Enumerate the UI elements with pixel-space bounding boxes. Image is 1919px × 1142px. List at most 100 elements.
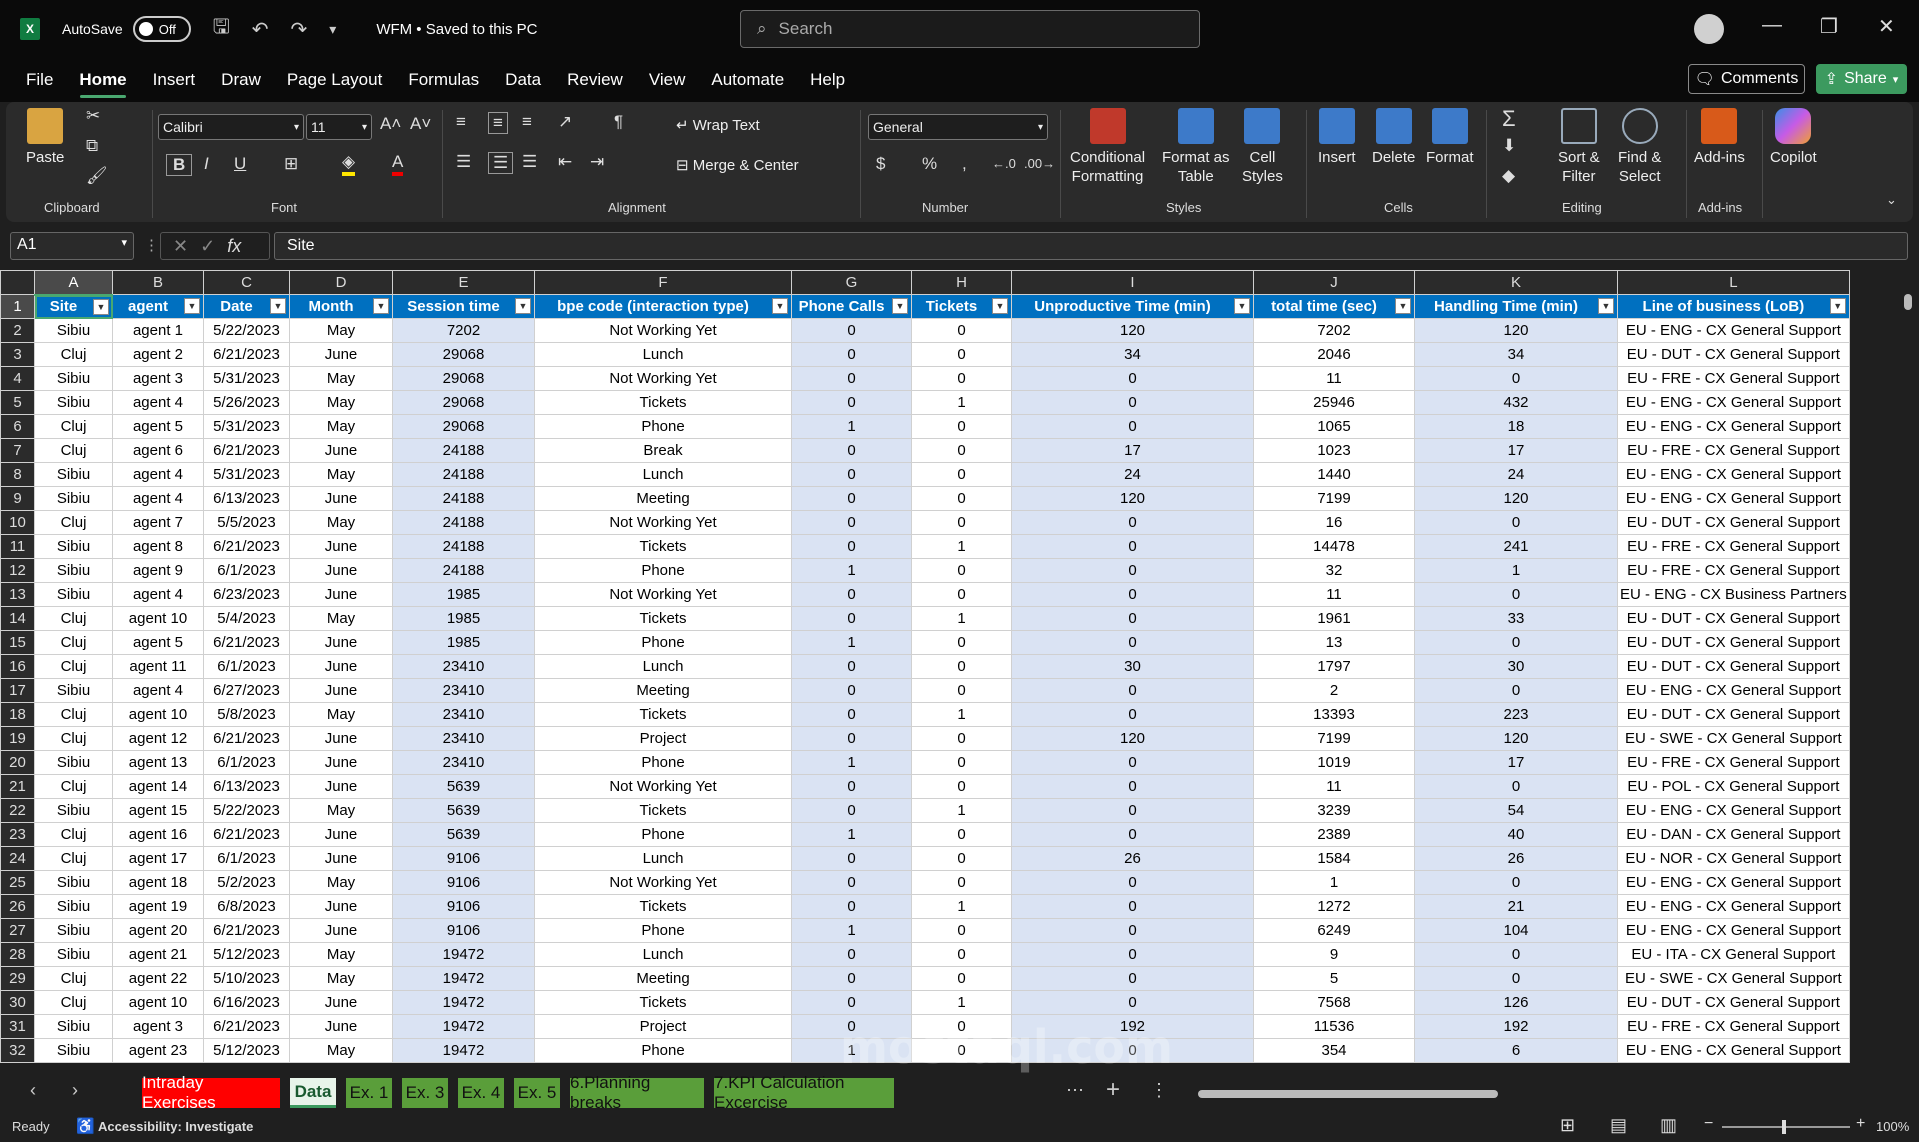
cell[interactable]: 5/5/2023 [203,510,290,535]
clear-icon[interactable]: ◆ [1502,166,1515,186]
cell[interactable]: EU - ENG - CX General Support [1617,894,1850,919]
header-cell[interactable]: Date ▼ [203,294,290,319]
cell[interactable]: 6/21/2023 [203,1014,290,1039]
cell[interactable]: 6/23/2023 [203,582,290,607]
cell[interactable]: Meeting [534,486,792,511]
cell[interactable]: June [289,438,393,463]
column-header-a[interactable]: A [34,270,113,296]
cell[interactable]: 5/31/2023 [203,414,290,439]
cell[interactable]: 2046 [1253,342,1415,367]
cell[interactable]: 0 [1011,390,1254,415]
formula-input[interactable]: Site [274,232,1908,260]
cell[interactable]: Sibiu [34,798,113,823]
row-header[interactable]: 19 [0,726,35,751]
cell[interactable]: Project [534,726,792,751]
cell[interactable]: 5/12/2023 [203,1038,290,1063]
cell[interactable]: 0 [911,1014,1012,1039]
cell[interactable]: 5639 [392,798,535,823]
cell[interactable]: agent 23 [112,1038,204,1063]
zoom-slider[interactable] [1722,1120,1850,1134]
cell[interactable]: Not Working Yet [534,318,792,343]
cell[interactable]: Cluj [34,822,113,847]
cell[interactable]: May [289,870,393,895]
cell[interactable]: 1 [791,630,912,655]
tab-data[interactable]: Data [492,58,554,102]
column-header-c[interactable]: C [203,270,290,295]
cell[interactable]: 19472 [392,990,535,1015]
search-input[interactable]: ⌕ Search [740,10,1200,48]
cell[interactable]: June [289,894,393,919]
cell[interactable]: 29068 [392,390,535,415]
cell[interactable]: 6/1/2023 [203,750,290,775]
cell[interactable]: 5/2/2023 [203,870,290,895]
row-header[interactable]: 12 [0,558,35,583]
cell[interactable]: agent 4 [112,390,204,415]
save-icon[interactable]: 🖫 [213,12,230,46]
cell[interactable]: EU - POL - CX General Support [1617,774,1850,799]
enter-icon[interactable]: ✓ [200,236,215,257]
decrease-indent-icon[interactable]: ⇤ [558,152,572,172]
cell[interactable]: 1 [911,534,1012,559]
cell[interactable]: 6/13/2023 [203,486,290,511]
cell[interactable]: 24188 [392,462,535,487]
cell[interactable]: 17 [1011,438,1254,463]
sort-filter-button[interactable]: Sort & Filter [1558,108,1600,186]
cell[interactable]: 5 [1253,966,1415,991]
cell[interactable]: 5/8/2023 [203,702,290,727]
cell[interactable]: 0 [791,942,912,967]
cell[interactable]: agent 20 [112,918,204,943]
cell[interactable]: Phone [534,1038,792,1063]
cell[interactable]: EU - ENG - CX General Support [1617,870,1850,895]
cell[interactable]: Cluj [34,726,113,751]
number-format-select[interactable]: General ▾ [868,114,1048,140]
column-header-h[interactable]: H [911,270,1012,295]
document-title[interactable]: WFM • Saved to this PC [376,21,537,38]
cell[interactable]: 120 [1011,726,1254,751]
cell[interactable]: 24188 [392,486,535,511]
next-sheet-icon[interactable]: › [72,1080,78,1101]
cell[interactable]: Not Working Yet [534,774,792,799]
row-header[interactable]: 24 [0,846,35,871]
cell[interactable]: 5/12/2023 [203,942,290,967]
header-cell[interactable]: agent ▼ [112,294,204,319]
cell[interactable]: EU - DUT - CX General Support [1617,654,1850,679]
row-header[interactable]: 16 [0,654,35,679]
format-painter-icon[interactable]: 🖌 [86,166,108,186]
cell[interactable]: 104 [1414,918,1618,943]
autosave-toggle[interactable]: Off [132,16,191,42]
filter-dropdown-icon[interactable]: ▼ [93,298,109,315]
filter-dropdown-icon[interactable]: ▼ [772,298,788,314]
insert-cells-button[interactable]: Insert [1318,108,1356,167]
cell[interactable]: EU - ENG - CX General Support [1617,678,1850,703]
cell[interactable]: Cluj [34,966,113,991]
cell[interactable]: 2 [1253,678,1415,703]
cell[interactable]: EU - ENG - CX General Support [1617,918,1850,943]
cell[interactable]: 23410 [392,654,535,679]
cell[interactable]: Meeting [534,678,792,703]
row-header[interactable]: 18 [0,702,35,727]
cell[interactable]: Sibiu [34,1014,113,1039]
cell[interactable]: EU - ENG - CX General Support [1617,462,1850,487]
cell[interactable]: 0 [1011,534,1254,559]
cell[interactable]: Cluj [34,654,113,679]
cell[interactable]: 19472 [392,966,535,991]
fill-icon[interactable]: ⬇ [1502,136,1516,156]
find-select-button[interactable]: Find & Select [1618,108,1661,186]
cell[interactable]: 6 [1414,1038,1618,1063]
cell[interactable]: June [289,534,393,559]
cell[interactable]: Sibiu [34,366,113,391]
copy-icon[interactable]: ⧉ [86,136,98,156]
cell[interactable]: 11 [1253,582,1415,607]
cell[interactable]: May [289,702,393,727]
tab-file[interactable]: File [13,58,66,102]
cell[interactable]: June [289,630,393,655]
cell[interactable]: 1 [791,1038,912,1063]
cell[interactable]: 6/13/2023 [203,774,290,799]
cell[interactable]: 11536 [1253,1014,1415,1039]
cell[interactable]: Tickets [534,702,792,727]
cell[interactable]: agent 21 [112,942,204,967]
cell[interactable]: Sibiu [34,318,113,343]
zoom-slider-handle[interactable] [1782,1120,1786,1134]
cell[interactable]: May [289,798,393,823]
tab-help[interactable]: Help [797,58,858,102]
